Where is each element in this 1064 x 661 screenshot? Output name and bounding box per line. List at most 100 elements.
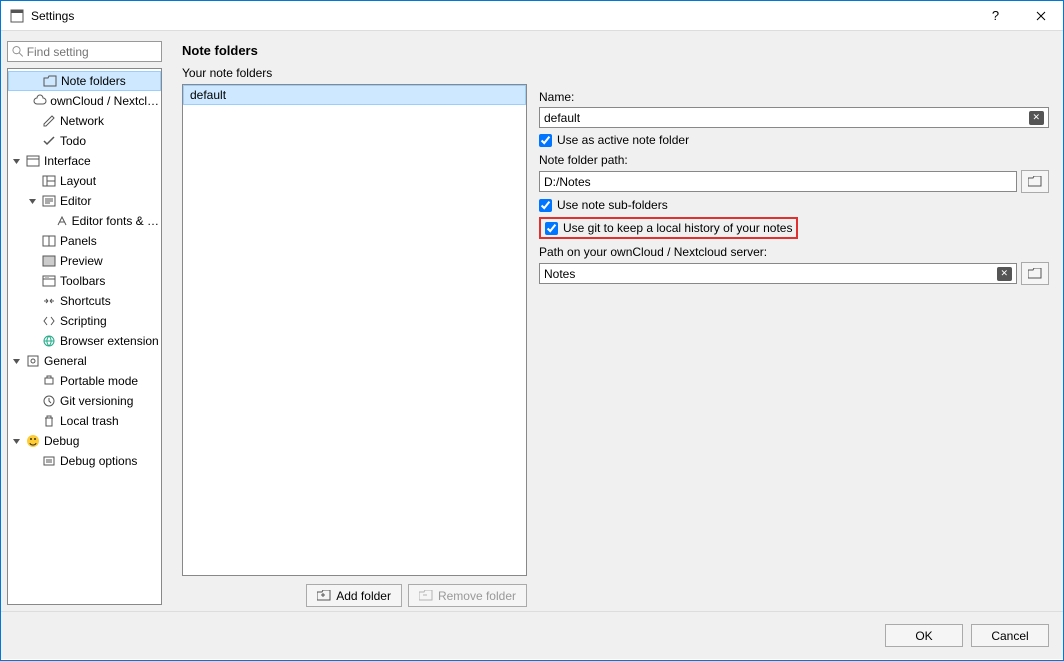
search-input[interactable] — [27, 45, 157, 59]
tree-twisty[interactable] — [10, 437, 22, 446]
tree-item-label: Network — [60, 114, 104, 128]
toolbar-icon — [41, 274, 57, 288]
tree-item[interactable]: Network — [8, 111, 161, 131]
tree-item[interactable]: ownCloud / Nextcl… — [8, 91, 161, 111]
path-field[interactable] — [539, 171, 1017, 192]
panels-icon — [41, 234, 57, 248]
cloud-path-field[interactable]: ✕ — [539, 263, 1017, 284]
tree-item-label: Portable mode — [60, 374, 138, 388]
smile-icon — [25, 434, 41, 448]
tree-item[interactable]: Debug — [8, 431, 161, 451]
tree-item[interactable]: Shortcuts — [8, 291, 161, 311]
trash-icon — [41, 414, 57, 428]
script-icon — [41, 314, 57, 328]
tree-item[interactable]: Note folders — [8, 71, 161, 91]
clear-cloud-icon[interactable]: ✕ — [997, 267, 1012, 281]
tree-item[interactable]: Scripting — [8, 311, 161, 331]
layout-icon — [41, 174, 57, 188]
tree-item[interactable]: Todo — [8, 131, 161, 151]
use-git-checkbox[interactable]: Use git to keep a local history of your … — [545, 221, 792, 235]
tree-item[interactable]: Editor fonts & … — [8, 211, 161, 231]
folder-icon — [42, 74, 58, 88]
cloud-icon — [33, 94, 47, 108]
browse-cloud-button[interactable] — [1021, 262, 1049, 285]
ok-button[interactable]: OK — [885, 624, 963, 647]
portable-icon — [41, 374, 57, 388]
use-active-input[interactable] — [539, 134, 552, 147]
settings-tree[interactable]: Note folders ownCloud / Nextcl… Network Tod… — [7, 68, 162, 605]
tree-item[interactable]: Toolbars — [8, 271, 161, 291]
use-subfolders-checkbox[interactable]: Use note sub-folders — [539, 198, 1049, 212]
pencil-icon — [41, 114, 57, 128]
tree-item-label: Shortcuts — [60, 294, 111, 308]
close-button[interactable] — [1018, 1, 1063, 31]
add-folder-button[interactable]: Add folder — [306, 584, 402, 607]
page-subtitle: Your note folders — [182, 66, 1049, 80]
tree-item-label: Toolbars — [60, 274, 105, 288]
tree-twisty[interactable] — [10, 157, 22, 166]
tree-item[interactable]: Git versioning — [8, 391, 161, 411]
tree-item-label: Local trash — [60, 414, 119, 428]
shortcuts-icon — [41, 294, 57, 308]
tree-item-label: ownCloud / Nextcl… — [50, 94, 159, 108]
tree-item-label: Note folders — [61, 74, 126, 88]
sidebar: Note folders ownCloud / Nextcl… Network Tod… — [1, 31, 168, 611]
folder-buttons: Add folder Remove folder — [182, 584, 527, 607]
remove-folder-button: Remove folder — [408, 584, 527, 607]
check-icon — [41, 134, 57, 148]
tree-item-label: Git versioning — [60, 394, 133, 408]
tree-item[interactable]: Local trash — [8, 411, 161, 431]
name-field[interactable]: ✕ — [539, 107, 1049, 128]
tree-item-label: Preview — [60, 254, 103, 268]
tree-twisty[interactable] — [10, 357, 22, 366]
folder-list-item[interactable]: default — [183, 85, 526, 105]
tree-item[interactable]: Layout — [8, 171, 161, 191]
tree-item[interactable]: Editor — [8, 191, 161, 211]
use-git-highlight: Use git to keep a local history of your … — [539, 217, 798, 239]
use-subfolders-label: Use note sub-folders — [557, 198, 668, 212]
clear-name-icon[interactable]: ✕ — [1029, 111, 1044, 125]
name-input[interactable] — [544, 111, 1025, 125]
tree-item-label: Layout — [60, 174, 96, 188]
tree-item-label: Editor — [60, 194, 91, 208]
help-button[interactable]: ? — [973, 1, 1018, 31]
tree-item-label: Todo — [60, 134, 86, 148]
search-box[interactable] — [7, 41, 162, 62]
cloud-path-label: Path on your ownCloud / Nextcloud server… — [539, 245, 1049, 259]
tree-item[interactable]: General — [8, 351, 161, 371]
tree-item-label: Panels — [60, 234, 97, 248]
path-input[interactable] — [544, 175, 1012, 189]
use-subfolders-input[interactable] — [539, 199, 552, 212]
folders-column: default Add folder Remove folder — [182, 84, 527, 607]
tree-item[interactable]: Debug options — [8, 451, 161, 471]
folder-list[interactable]: default — [182, 84, 527, 576]
tree-item-label: Browser extension — [60, 334, 159, 348]
tree-item-label: General — [44, 354, 87, 368]
tree-item-label: Debug — [44, 434, 79, 448]
clock-icon — [41, 394, 57, 408]
use-active-label: Use as active note folder — [557, 133, 689, 147]
cancel-button[interactable]: Cancel — [971, 624, 1049, 647]
path-label: Note folder path: — [539, 153, 1049, 167]
window-icon — [25, 154, 41, 168]
use-git-input[interactable] — [545, 222, 558, 235]
tree-item-label: Scripting — [60, 314, 107, 328]
use-active-checkbox[interactable]: Use as active note folder — [539, 133, 1049, 147]
page-title: Note folders — [182, 43, 1049, 58]
dialog-footer: OK Cancel — [1, 611, 1063, 659]
folder-details: Name: ✕ Use as active note folder Note f… — [533, 84, 1049, 607]
tree-item[interactable]: Interface — [8, 151, 161, 171]
content: Note folders ownCloud / Nextcl… Network Tod… — [1, 31, 1063, 611]
tree-item[interactable]: Browser extension — [8, 331, 161, 351]
browse-path-button[interactable] — [1021, 170, 1049, 193]
tree-item[interactable]: Preview — [8, 251, 161, 271]
main-panel: Note folders Your note folders default A… — [168, 31, 1063, 611]
debug-icon — [41, 454, 57, 468]
tree-twisty[interactable] — [26, 197, 38, 206]
cloud-path-input[interactable] — [544, 267, 993, 281]
general-icon — [25, 354, 41, 368]
name-label: Name: — [539, 90, 1049, 104]
tree-item[interactable]: Panels — [8, 231, 161, 251]
tree-item[interactable]: Portable mode — [8, 371, 161, 391]
tree-item-label: Debug options — [60, 454, 137, 468]
